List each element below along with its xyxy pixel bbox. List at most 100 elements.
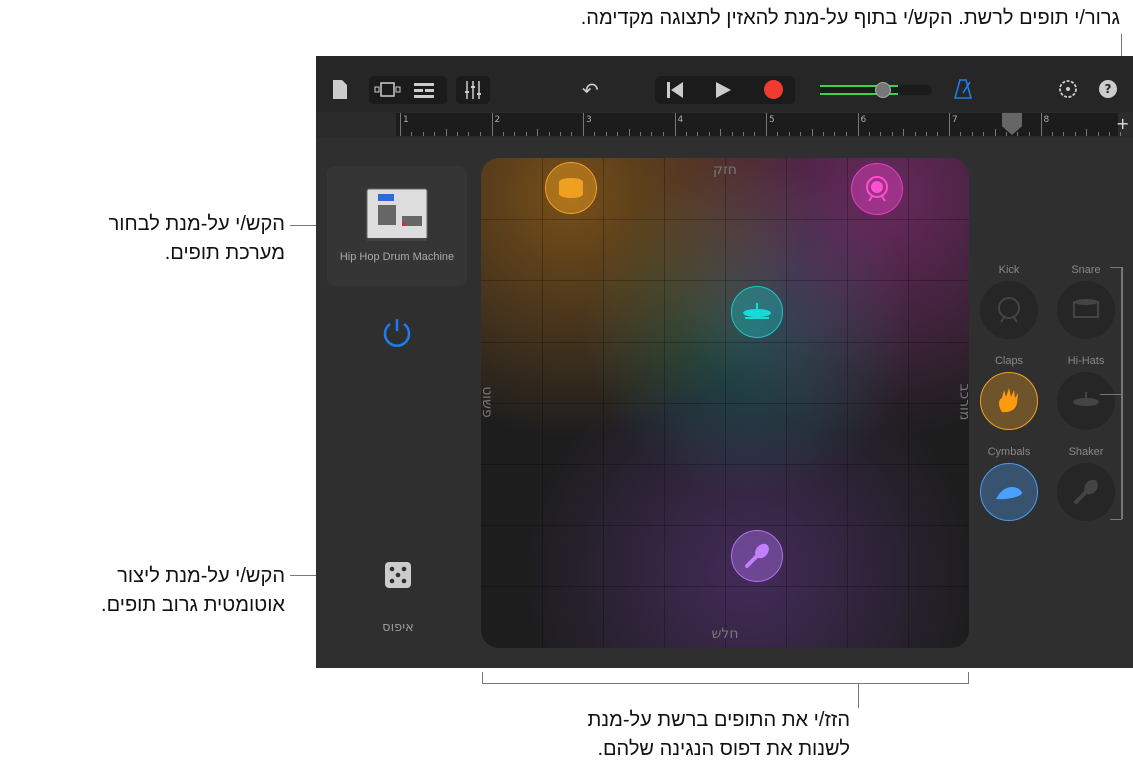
callout-choose-kit: הקש/י על-מנת לבחור מערכת תופים. — [109, 210, 285, 268]
instrument-hi-hats[interactable]: Hi-Hats — [1056, 355, 1116, 430]
play-icon[interactable] — [716, 82, 732, 98]
undo-icon[interactable]: ↶ — [582, 78, 599, 102]
shaker-icon — [745, 543, 769, 568]
drum-kit-selector[interactable]: Hip Hop Drum Machine — [327, 166, 467, 286]
live-loops-icon[interactable] — [414, 82, 434, 98]
power-icon[interactable] — [380, 316, 414, 350]
instrument-button[interactable] — [1057, 463, 1115, 521]
ruler-tick — [914, 132, 916, 136]
ruler-tick — [1074, 132, 1076, 136]
dice-icon[interactable] — [385, 562, 411, 588]
bar-number: 1 — [403, 115, 409, 125]
instrument-claps[interactable]: Claps — [979, 355, 1039, 430]
ruler-tick — [617, 132, 619, 136]
bar-number: 7 — [952, 115, 958, 125]
ruler-tick — [685, 132, 687, 136]
instrument-cymbals[interactable]: Cymbals — [979, 446, 1039, 521]
ruler-tick — [994, 129, 996, 136]
ruler-tick — [903, 129, 905, 136]
ruler-tick — [445, 129, 447, 136]
document-icon[interactable] — [333, 80, 347, 99]
reset-button[interactable]: איפוס — [366, 620, 430, 635]
snare-icon — [559, 178, 583, 198]
callout-line-1: הקש/י על-מנת לבחור — [108, 213, 285, 235]
simple-label: פשוט — [481, 386, 495, 418]
ruler-tick — [823, 132, 824, 136]
ruler-tick — [1051, 132, 1053, 136]
instrument-button[interactable] — [980, 372, 1038, 430]
soft-label: חלש — [711, 626, 739, 642]
ruler-tick — [514, 132, 516, 136]
shaker-node[interactable] — [731, 530, 783, 582]
ruler-tick — [1063, 132, 1065, 136]
instrument-button[interactable] — [1057, 372, 1115, 430]
ruler-tick — [1017, 132, 1019, 136]
callout-line-1: הזז/י את התופים ברשת על-מנת — [587, 709, 850, 731]
bracket — [1110, 519, 1122, 520]
grid-line — [908, 158, 909, 648]
help-icon[interactable]: ? — [1099, 80, 1117, 98]
add-section-button[interactable]: + — [1116, 114, 1129, 133]
instrument-button[interactable] — [980, 463, 1038, 521]
instrument-kick[interactable]: Kick — [979, 264, 1039, 339]
kick-icon — [866, 176, 888, 202]
ruler-tick — [411, 132, 413, 136]
metronome-icon[interactable] — [954, 79, 972, 99]
ruler-tick — [548, 132, 550, 136]
volume-knob[interactable] — [875, 82, 891, 98]
ruler-tick — [559, 132, 561, 136]
bar-number: 5 — [769, 115, 775, 125]
drummer-xy-pad[interactable]: חזק חלש פשוט מורכב — [481, 158, 969, 648]
grid-line — [481, 402, 969, 404]
tracks-view-icon[interactable] — [374, 82, 402, 98]
ruler-tick — [983, 132, 985, 136]
grid-line — [847, 158, 848, 648]
drum-machine-icon — [366, 188, 428, 241]
claps-icon — [999, 388, 1018, 413]
record-button[interactable] — [764, 80, 783, 99]
shaker-icon — [1074, 479, 1098, 504]
settings-icon[interactable] — [1058, 79, 1078, 99]
bracket-end — [968, 672, 969, 684]
bar-line — [857, 113, 859, 136]
callout-line-1: הקש/י על-מנת ליצור — [117, 565, 285, 587]
instrument-label: Cymbals — [987, 446, 1031, 458]
hi-hats-node[interactable] — [731, 286, 783, 338]
grid-line — [481, 464, 969, 465]
hi-hats-icon — [743, 303, 771, 319]
bar-number: 3 — [586, 115, 592, 125]
instrument-shaker[interactable]: Shaker — [1056, 446, 1116, 521]
callout-line-2: אוטומטית גרוב תופים. — [101, 594, 285, 616]
ruler-tick — [479, 132, 481, 136]
ruler-tick — [640, 132, 641, 136]
grid-line — [481, 586, 969, 588]
ruler-tick — [708, 132, 710, 136]
bar-line — [400, 113, 401, 136]
kick-node[interactable] — [851, 163, 903, 215]
instrument-button[interactable] — [980, 281, 1038, 339]
bar-number: 8 — [1043, 115, 1050, 125]
ruler-tick — [880, 132, 882, 136]
bar-number: 2 — [494, 115, 501, 125]
snare-node[interactable] — [545, 162, 597, 214]
bar-number: 4 — [677, 115, 684, 125]
ruler-tick — [1028, 132, 1030, 136]
bar-line — [1040, 113, 1042, 136]
ruler-tick — [720, 129, 722, 136]
ruler-tick — [1086, 129, 1088, 136]
ruler-tick — [1006, 132, 1007, 136]
ruler-tick — [502, 132, 504, 136]
toolbar: ↶ ? — [316, 56, 1133, 112]
instrument-button[interactable] — [1057, 281, 1115, 339]
ruler-tick — [651, 132, 653, 136]
ruler-tick — [628, 129, 630, 136]
ruler-tick — [754, 132, 756, 136]
ruler-tick — [525, 132, 527, 136]
callout-auto-groove: הקש/י על-מנת ליצור אוטומטית גרוב תופים. — [101, 562, 285, 620]
instrument-snare[interactable]: Snare — [1056, 264, 1116, 339]
bar-line — [491, 113, 493, 136]
callout-line — [858, 683, 859, 708]
master-volume-slider[interactable] — [820, 82, 932, 98]
drummer-editor: Hip Hop Drum Machine איפוס חזק חלש פשוט … — [316, 138, 1133, 668]
go-to-beginning-icon[interactable] — [667, 82, 683, 98]
